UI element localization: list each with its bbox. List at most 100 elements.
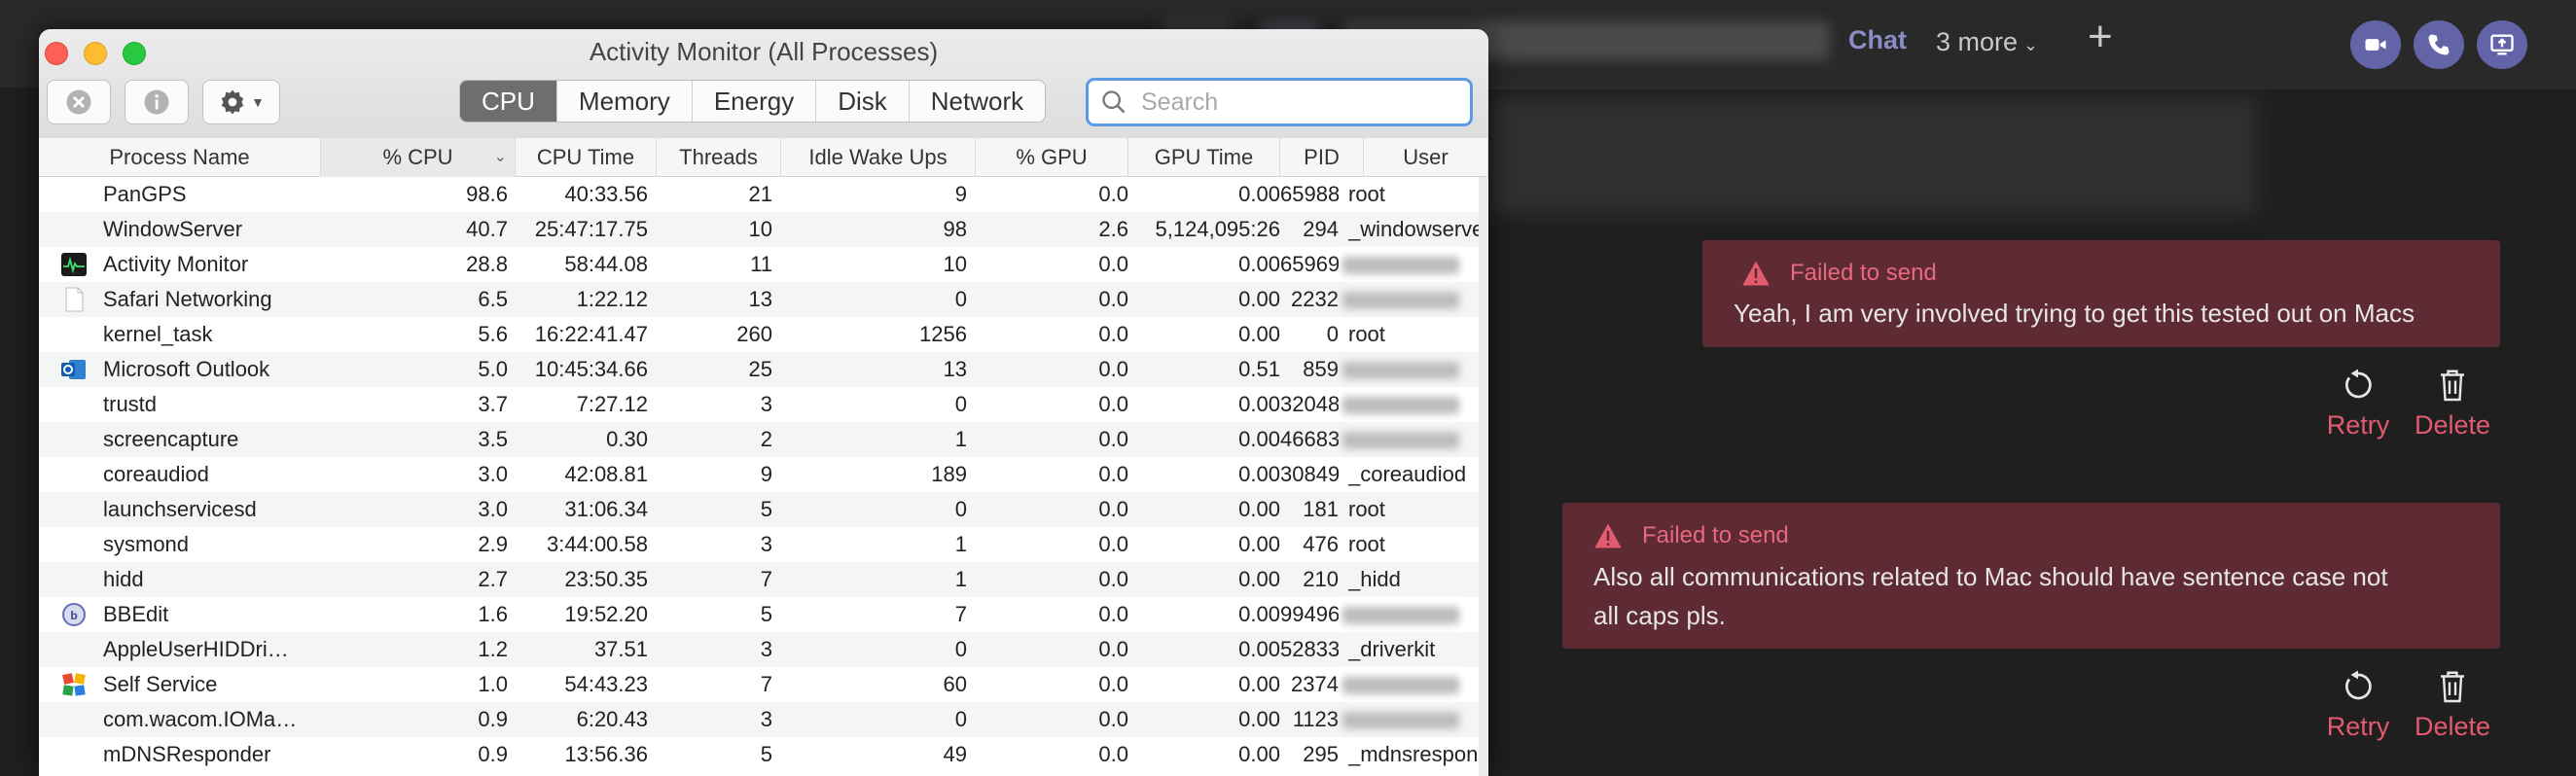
column-header[interactable]: % CPU ⌄ [321, 138, 516, 177]
failed-message[interactable]: Failed to send Also all communications r… [1562, 503, 2500, 649]
tab-memory[interactable]: Memory [555, 81, 692, 122]
column-cpu: 40.7 [466, 217, 508, 241]
inspect-process-button[interactable] [125, 80, 189, 124]
table-row[interactable]: AppleUserHIDDri… 1.2 37.51 3 0 0.0 0.00 52833 _d… [39, 632, 1488, 667]
column-gpu: 2.6 [1098, 217, 1128, 241]
column-idle-wake-ups: 60 [943, 672, 967, 696]
column-gpu-time: 0.00 [1238, 287, 1280, 311]
search-input[interactable] [1141, 88, 1452, 117]
column-cpu-time: 40:33.56 [564, 182, 648, 206]
action-menu-button[interactable]: ▼ [202, 80, 280, 124]
column-cpu-time: 7:27.12 [576, 392, 648, 416]
column-header-label: User [1403, 145, 1449, 169]
column-idle-wake-ups: 0 [954, 637, 967, 661]
column-header-label: % GPU [1016, 145, 1088, 169]
stop-process-button[interactable] [47, 80, 111, 124]
tab-disk[interactable]: Disk [815, 81, 909, 122]
search-field[interactable] [1086, 78, 1473, 126]
column-user: root [1348, 182, 1385, 206]
message-text-line: all caps pls. [1593, 601, 1726, 630]
column-header[interactable]: Idle Wake Ups [781, 138, 976, 177]
delete-button[interactable]: Delete [2414, 669, 2491, 742]
tab-network[interactable]: Network [908, 81, 1045, 122]
column-gpu-time: 0.00 [1238, 252, 1280, 276]
table-row[interactable]: com.wacom.IOMa… 0.9 6:20.43 3 0 0.0 0.00 1123 [39, 702, 1488, 737]
table-row[interactable]: Safari Networking 6.5 1:22.12 13 0 0.0 0.00 223… [39, 282, 1488, 317]
column-header-label: Threads [679, 145, 758, 169]
plus-icon[interactable]: + [2088, 16, 2113, 58]
column-gpu-time: 0.00 [1238, 427, 1280, 451]
search-icon [1102, 90, 1126, 114]
column-gpu: 0.0 [1098, 252, 1128, 276]
more-tabs-dropdown[interactable]: 3 more ⌄ [1936, 27, 2038, 57]
table-row[interactable]: mDNSResponder 0.9 13:56.36 5 49 0.0 0.00 295 _md… [39, 737, 1488, 772]
tab-cpu[interactable]: CPU [460, 81, 556, 122]
column-threads: 13 [748, 287, 772, 311]
table-row[interactable]: screencapture 3.5 0.30 2 1 0.0 0.00 46683 [39, 422, 1488, 457]
column-idle-wake-ups: 0 [954, 707, 967, 731]
table-row[interactable]: Activity Monitor 28.8 58:44.08 11 10 0.0 0.00 6… [39, 247, 1488, 282]
column-header[interactable]: Threads [657, 138, 781, 177]
column-pid: 46683 [1280, 427, 1339, 451]
redacted-user [1342, 257, 1459, 274]
table-row[interactable]: kernel_task 5.6 16:22:41.47 260 1256 0.0 0.00 0… [39, 317, 1488, 352]
info-icon [144, 89, 169, 115]
table-row[interactable]: hidd 2.7 23:50.35 7 1 0.0 0.00 210 _hidd [39, 562, 1488, 597]
column-gpu: 0.0 [1098, 567, 1128, 591]
column-process-name: mDNSResponder [103, 742, 271, 766]
audio-call-button[interactable] [2414, 20, 2464, 69]
column-header[interactable]: Process Name [39, 138, 321, 177]
column-header[interactable]: GPU Time [1128, 138, 1280, 177]
column-gpu-time: 0.00 [1238, 462, 1280, 486]
column-header[interactable]: CPU Time [516, 138, 657, 177]
scrollbar[interactable] [1479, 177, 1488, 776]
column-gpu-time: 0.00 [1238, 392, 1280, 416]
column-process-name: Microsoft Outlook [103, 357, 270, 381]
status-label: Failed to send [1642, 522, 1789, 548]
column-threads: 5 [760, 602, 772, 626]
table-row[interactable]: b BBEdit 1.6 19:52.20 5 7 0.0 0.00 99496 [39, 597, 1488, 632]
column-gpu-time: 0.51 [1238, 357, 1280, 381]
retry-button[interactable]: Retry [2319, 669, 2397, 742]
share-screen-icon [2490, 34, 2514, 55]
column-header[interactable]: PID [1280, 138, 1364, 177]
column-gpu-time: 0.00 [1238, 497, 1280, 521]
table-row[interactable]: sysmond 2.9 3:44:00.58 3 1 0.0 0.00 476 root [39, 527, 1488, 562]
column-gpu: 0.0 [1098, 287, 1128, 311]
table-row[interactable]: PanGPS 98.6 40:33.56 21 9 0.0 0.00 65988 root [39, 177, 1488, 212]
activity-monitor-icon [60, 252, 88, 277]
table-row[interactable]: coreaudiod 3.0 42:08.81 9 189 0.0 0.00 30849 _co… [39, 457, 1488, 492]
column-idle-wake-ups: 1 [954, 567, 967, 591]
column-cpu-time: 31:06.34 [564, 497, 648, 521]
column-cpu: 1.2 [478, 637, 508, 661]
tab-energy[interactable]: Energy [691, 81, 815, 122]
column-pid: 2232 [1291, 287, 1339, 311]
failed-message[interactable]: Failed to send Yeah, I am very involved … [1702, 240, 2500, 347]
column-gpu: 0.0 [1098, 462, 1128, 486]
trash-icon [2441, 671, 2464, 703]
column-pid: 1123 [1292, 707, 1339, 731]
delete-button[interactable]: Delete [2414, 368, 2491, 441]
column-process-name: WindowServer [103, 217, 243, 241]
table-row[interactable]: Self Service 1.0 54:43.23 7 60 0.0 0.00 2374 [39, 667, 1488, 702]
table-row[interactable]: WindowServer 40.7 25:47:17.75 10 98 2.6 5,124,… [39, 212, 1488, 247]
table-row[interactable]: launchservicesd 3.0 31:06.34 5 0 0.0 0.00 181 ro… [39, 492, 1488, 527]
table-row[interactable]: Microsoft Outlook 5.0 10:45:34.66 25 13 0.0 0.… [39, 352, 1488, 387]
column-header[interactable]: User [1364, 138, 1488, 177]
column-cpu-time: 3:44:00.58 [547, 532, 648, 556]
column-header[interactable]: % GPU [976, 138, 1128, 177]
column-process-name: Self Service [103, 672, 218, 696]
video-call-button[interactable] [2350, 20, 2401, 69]
column-cpu-time: 25:47:17.75 [534, 217, 648, 241]
column-process-name: launchservicesd [103, 497, 257, 521]
process-table[interactable]: PanGPS 98.6 40:33.56 21 9 0.0 0.00 65988 root Win… [39, 177, 1488, 772]
divider [1479, 88, 2576, 89]
share-screen-button[interactable] [2477, 20, 2527, 69]
column-threads: 5 [760, 497, 772, 521]
table-row[interactable]: trustd 3.7 7:27.12 3 0 0.0 0.00 32048 [39, 387, 1488, 422]
retry-button[interactable]: Retry [2319, 368, 2397, 441]
tab-chat[interactable]: Chat [1848, 25, 1907, 55]
column-threads: 11 [750, 252, 772, 276]
column-cpu: 0.9 [478, 707, 508, 731]
column-cpu: 5.0 [478, 357, 508, 381]
